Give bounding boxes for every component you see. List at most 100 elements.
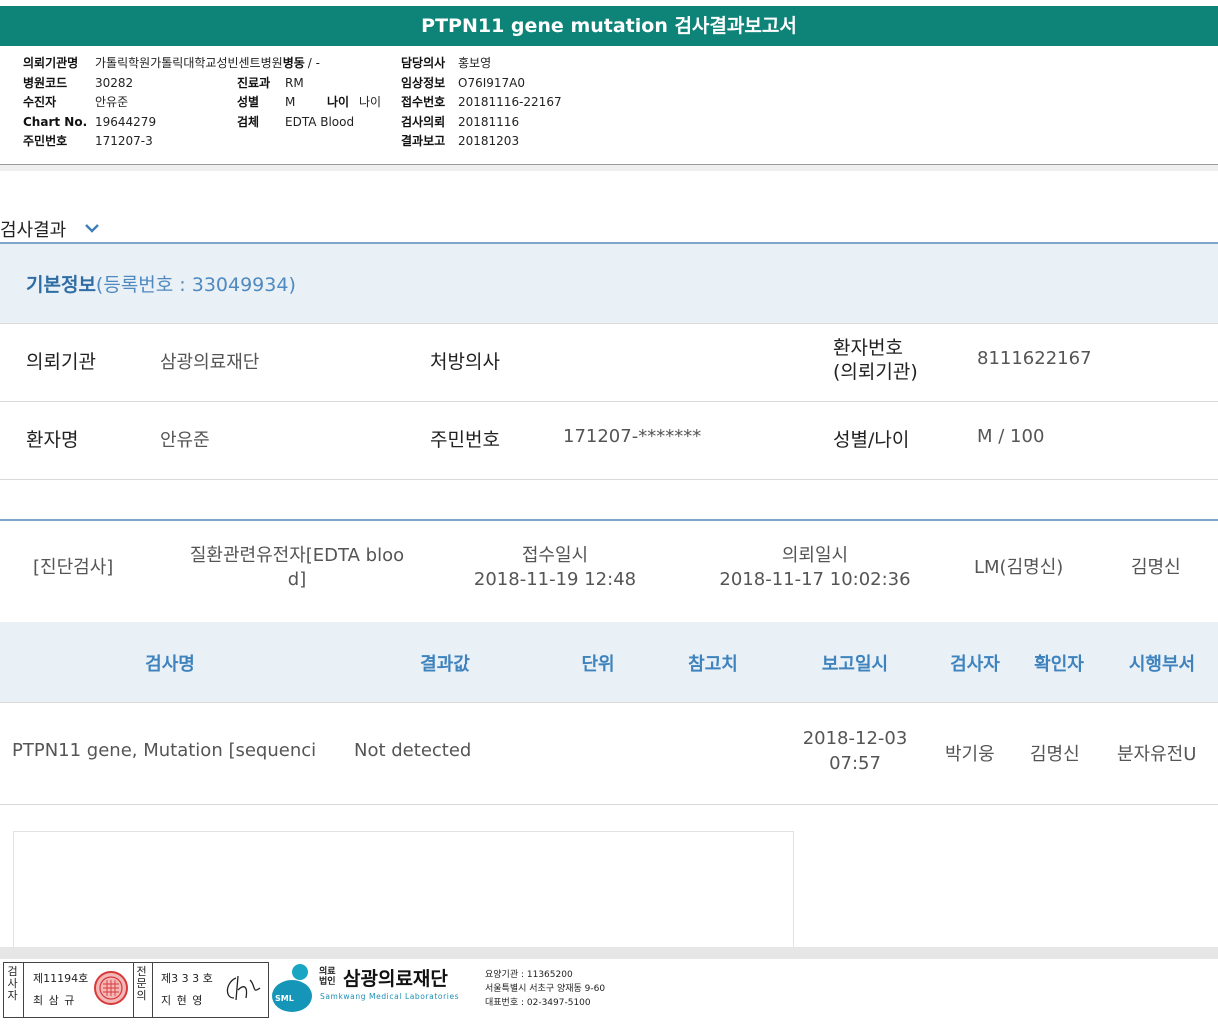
diagnosis-test-group-line1: 질환관련유전자[EDTA bloo <box>189 545 405 566</box>
rrn-value: 171207-******* <box>563 426 702 447</box>
header-label-ward: 병동 <box>282 56 305 70</box>
result-report-datetime: 2018-12-03 07:57 <box>790 726 920 776</box>
patient-number-label-line1: 환자번호 <box>833 337 903 359</box>
footer-gray-band <box>0 947 1218 959</box>
header-label-report: 결과보고 <box>401 134 446 148</box>
received-datetime: 접수일시 2018-11-19 12:48 <box>455 544 655 592</box>
header-col3: 담당의사 홍보영 임상정보 O76I917A0 접수번호 20181116-22167… <box>401 56 562 154</box>
patient-name-value: 안유준 <box>160 430 210 451</box>
header-label-org: 의뢰기관명 <box>23 56 79 70</box>
header-value-org: 가톨릭학원가톨릭대학교성빈센트병원 <box>95 56 283 70</box>
org-english-name: Samkwang Medical Laboratories <box>320 992 460 1001</box>
org-type: 의료 법인 <box>319 967 336 987</box>
col-header-tester: 검사자 <box>950 654 1000 675</box>
section-title[interactable]: 검사결과 <box>0 216 66 242</box>
col-header-result: 결과값 <box>420 654 470 675</box>
diagnosis-category: [진단검사] <box>33 557 114 578</box>
specialist-vertical-label: 전문의 <box>136 965 147 1002</box>
org-type-line1: 의료 <box>319 967 336 977</box>
result-report-date: 2018-12-03 <box>802 728 908 749</box>
header-label-hospital-code: 병원코드 <box>23 75 68 90</box>
col-header-report-date: 보고일시 <box>821 654 889 675</box>
header-value-receipt: 20181116-22167 <box>458 95 562 109</box>
row-divider <box>0 479 1218 480</box>
signature-icon <box>226 975 261 1001</box>
received-label: 접수일시 <box>521 545 589 566</box>
header-value-age: 나이 <box>359 95 382 109</box>
header-label-clinical: 임상정보 <box>401 75 446 90</box>
logo-text: SML <box>275 994 294 1003</box>
header-value-specimen: EDTA Blood <box>285 114 355 129</box>
header-label-rrn: 주민번호 <box>23 134 68 148</box>
header-value-ward: / - <box>307 56 320 70</box>
signature-box-divider <box>133 962 134 1017</box>
requested-label: 의뢰일시 <box>781 545 849 566</box>
result-test-name: PTPN11 gene, Mutation [sequenci <box>12 740 317 761</box>
header-label-doctor: 담당의사 <box>401 56 446 70</box>
basic-info-title: 기본정보(등록번호 : 33049934) <box>26 270 296 297</box>
org-name: 삼광의료재단 <box>343 968 448 990</box>
patient-number-label-line2: (의뢰기관) <box>833 361 918 383</box>
lab-name: LM(김명신) <box>974 557 1064 578</box>
header-value-dept: RM <box>285 75 304 90</box>
requesting-org-label: 의뢰기관 <box>26 351 96 373</box>
patient-number-value: 8111622167 <box>977 348 1092 369</box>
result-value: Not detected <box>354 740 472 761</box>
header-value-sex: M <box>285 95 296 109</box>
care-institution-code: 요양기관 : 11365200 <box>485 970 573 980</box>
header-label-receipt: 접수번호 <box>401 95 446 109</box>
header-label-sex: 성별 <box>237 95 260 109</box>
header-col2: 진료과 RM 성별 M 나이 나이 검체 EDTA Blood <box>237 76 381 135</box>
col-header-test-name: 검사명 <box>145 654 195 675</box>
col-header-department: 시행부서 <box>1128 654 1196 675</box>
sex-age-label: 성별/나이 <box>833 429 910 451</box>
header-gray-band <box>0 165 1218 171</box>
row-divider <box>0 804 1218 805</box>
rrn-label: 주민번호 <box>430 429 500 451</box>
org-type-line2: 법인 <box>319 977 336 987</box>
col-header-verifier: 확인자 <box>1034 654 1084 675</box>
requested-datetime: 의뢰일시 2018-11-17 10:02:36 <box>695 544 935 592</box>
diagnosis-doctor: 김명신 <box>1131 557 1181 578</box>
header-value-doctor: 홍보영 <box>458 56 492 70</box>
result-report-time: 07:57 <box>829 753 881 774</box>
col-header-reference: 참고치 <box>688 654 738 675</box>
header-value-patient: 안유준 <box>95 95 129 109</box>
patient-number-label: 환자번호 (의뢰기관) <box>833 336 918 384</box>
specialist-license: 제3 3 3 호 <box>161 972 213 985</box>
tester-name: 최 삼 규 <box>33 994 76 1007</box>
diagnosis-test-group-line2: d] <box>287 569 307 590</box>
row-divider <box>0 323 1218 324</box>
header-value-chart: 19644279 <box>95 114 157 129</box>
sml-logo-icon <box>272 964 312 1012</box>
header-value-request: 20181116 <box>458 114 520 129</box>
header-label-chart: Chart No. <box>23 114 88 129</box>
prescriber-label: 처방의사 <box>430 351 500 373</box>
basic-info-heading: 기본정보 <box>26 274 96 296</box>
tester-license: 제11194호 <box>33 972 89 985</box>
row-divider <box>0 401 1218 402</box>
org-address: 서울특별시 서초구 양재동 9-60 <box>485 984 606 994</box>
tester-vertical-label: 검사자 <box>7 965 18 1002</box>
header-value-clinical: O76I917A0 <box>458 75 526 90</box>
seal-stamp-icon <box>94 971 128 1005</box>
registration-number: (등록번호 : 33049934) <box>95 274 296 296</box>
result-tester: 박기웅 <box>945 744 995 765</box>
patient-name-label: 환자명 <box>26 429 79 451</box>
org-phone: 대표번호 : 02-3497-5100 <box>485 998 591 1008</box>
header-label-age: 나이 <box>327 95 350 109</box>
result-verifier: 김명신 <box>1030 744 1080 765</box>
requested-value: 2018-11-17 10:02:36 <box>719 569 911 590</box>
row-divider <box>0 702 1218 703</box>
chevron-down-icon[interactable] <box>84 221 100 235</box>
specialist-name: 지 현 영 <box>161 994 204 1007</box>
signature-box-divider <box>152 962 153 1017</box>
section-divider <box>0 519 1218 521</box>
signature-box-divider <box>23 962 24 1017</box>
report-title: PTPN11 gene mutation 검사결과보고서 <box>0 6 1218 46</box>
header-label-dept: 진료과 <box>237 75 271 90</box>
received-value: 2018-11-19 12:48 <box>473 569 637 590</box>
diagnosis-test-group: 질환관련유전자[EDTA bloo d] <box>172 544 422 592</box>
header-value-report: 20181203 <box>458 134 520 148</box>
comment-box <box>13 831 794 950</box>
